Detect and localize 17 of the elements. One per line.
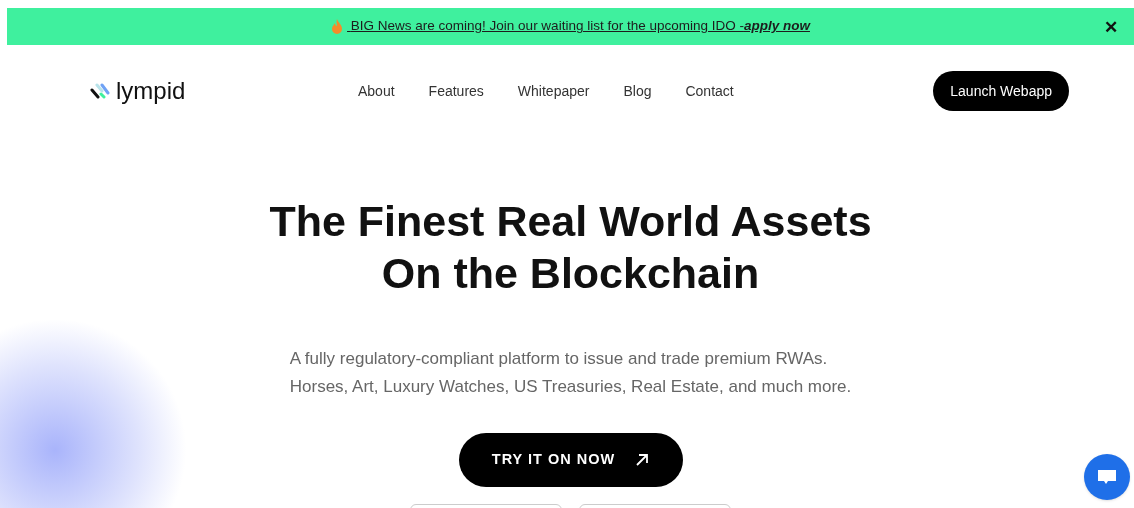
hero-title: The Finest Real World Assets On the Blockchain (269, 196, 872, 299)
flame-icon (331, 19, 344, 34)
nav-link[interactable]: Features (428, 80, 484, 102)
hero-subtitle: A fully regulatory-compliant platform to issue and trade premium RWAs. Horses, Art, Luxury Watches, US Treasuries, Real Estate, and much more. (289, 348, 852, 398)
brand-name: lympid (116, 79, 186, 103)
chat-button[interactable] (1084, 454, 1130, 500)
try-it-now-button[interactable]: TRY IT ON NOW (458, 433, 683, 487)
logo-icon (90, 83, 110, 99)
chat-icon (1097, 468, 1117, 486)
close-button[interactable]: ✕ (1104, 15, 1118, 41)
announcement-link[interactable]: BIG News are coming! Join our waiting list for the upcoming IDO -apply now (331, 16, 810, 37)
arrow-icon (635, 453, 650, 467)
nav-link[interactable]: Contact (685, 80, 734, 102)
nav-link[interactable]: Blog (623, 80, 652, 102)
launch-webapp-button[interactable]: Launch Webapp (933, 71, 1069, 111)
nav-link[interactable]: About (358, 80, 395, 102)
nav-link[interactable]: Whitepaper (517, 80, 590, 102)
